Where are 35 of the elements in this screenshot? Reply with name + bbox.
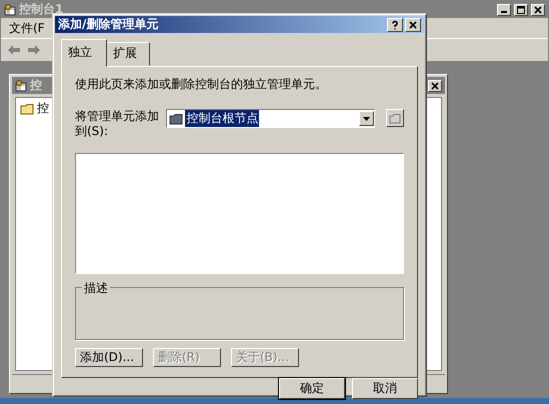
- tab[interactable]: 独立: [61, 39, 107, 67]
- back-arrow-icon[interactable]: [7, 44, 21, 56]
- question-mark-icon: [390, 20, 400, 30]
- console-icon: [15, 80, 27, 92]
- minimize-button[interactable]: [497, 4, 511, 16]
- group-title: 描述: [82, 280, 110, 297]
- close-button[interactable]: [428, 80, 442, 92]
- close-button[interactable]: [405, 18, 421, 32]
- child-window-title: 控: [30, 77, 42, 94]
- field-label: 将管理单元添加到(S):: [75, 109, 160, 139]
- close-icon: [533, 4, 543, 14]
- window-title: 控制台1: [19, 1, 64, 18]
- close-icon: [430, 80, 440, 90]
- minimize-icon: [501, 11, 507, 13]
- folder-icon: [169, 112, 184, 124]
- maximize-button[interactable]: [514, 4, 528, 16]
- close-icon: [408, 20, 418, 30]
- folder-icon: [20, 102, 34, 115]
- close-button[interactable]: [531, 4, 545, 16]
- dialog-button[interactable]: 确定: [279, 378, 345, 399]
- dialog-button[interactable]: 取消: [352, 378, 418, 399]
- tab[interactable]: 扩展: [106, 42, 150, 66]
- dialog-title: 添加/删除管理单元: [58, 16, 160, 33]
- description-text: 使用此页来添加或删除控制台的独立管理单元。: [75, 76, 328, 93]
- help-button[interactable]: [387, 18, 403, 32]
- menu-item[interactable]: 文件(F: [9, 20, 45, 36]
- maximize-icon: [516, 4, 526, 14]
- action-button[interactable]: 添加(D)...: [75, 348, 143, 367]
- caret-icon: [362, 116, 372, 122]
- dropdown-field[interactable]: 控制台根节点: [166, 109, 376, 128]
- folder-icon: [389, 112, 402, 124]
- tree-item[interactable]: 控: [37, 100, 49, 117]
- forward-arrow-icon[interactable]: [27, 44, 41, 56]
- console-icon: [4, 4, 16, 16]
- browse-button[interactable]: [386, 109, 404, 127]
